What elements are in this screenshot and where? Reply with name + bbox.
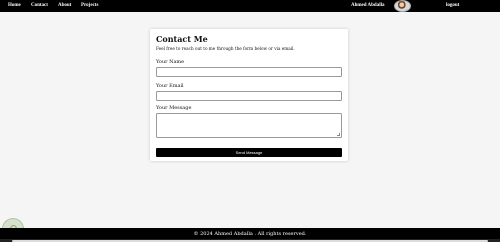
email-label: Your Email xyxy=(156,83,184,89)
nav-home-link[interactable]: Home xyxy=(8,3,21,8)
email-input[interactable] xyxy=(156,91,342,101)
contact-title: Contact Me xyxy=(156,34,208,44)
nav-projects-link[interactable]: Projects xyxy=(81,3,98,8)
nav-about-link[interactable]: About xyxy=(58,3,71,8)
send-message-button[interactable]: Send Message xyxy=(156,148,342,157)
contact-form-card: Contact Me Feel free to reach out to me … xyxy=(150,29,348,161)
resize-handle-icon[interactable] xyxy=(337,133,340,136)
user-name: Ahmed Abdalla xyxy=(351,3,385,8)
message-label: Your Message xyxy=(156,105,192,111)
name-input[interactable] xyxy=(156,67,342,77)
name-label: Your Name xyxy=(156,59,185,65)
contact-intro-text: Feel free to reach out to me through the… xyxy=(156,46,295,51)
user-avatar[interactable] xyxy=(394,0,411,12)
logout-link[interactable]: logout xyxy=(446,3,459,8)
nav-contact-link[interactable]: Contact xyxy=(31,3,48,8)
footer-copyright: © 2024 Ahmed Abdalla . All rights reserv… xyxy=(193,231,307,237)
scrollbar-thumb[interactable] xyxy=(12,239,488,242)
top-nav-bar: Home Contact About Projects Ahmed Abdall… xyxy=(0,0,500,12)
message-textarea[interactable] xyxy=(156,113,342,138)
